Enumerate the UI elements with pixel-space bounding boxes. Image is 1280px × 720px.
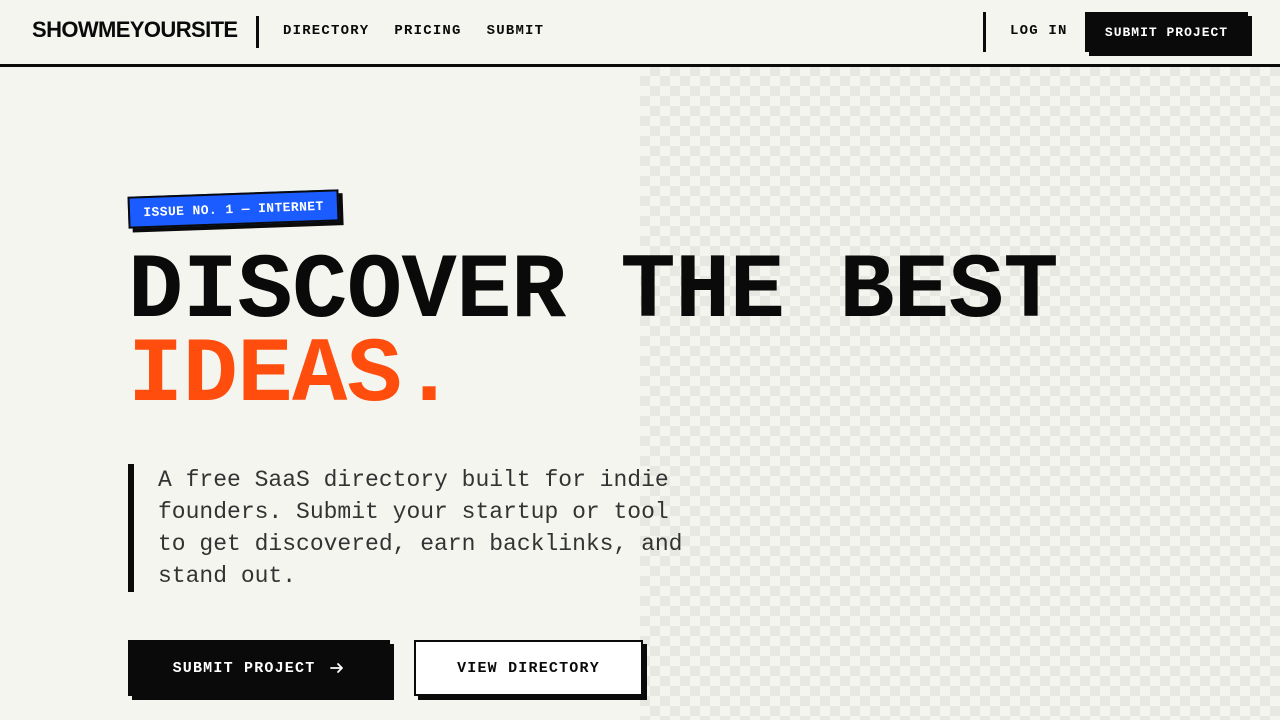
nav-divider-left [256,16,259,48]
brand-logo[interactable]: SHOWMEYOURSITE [32,17,238,43]
top-navbar: SHOWMEYOURSITE DIRECTORY PRICING SUBMIT … [0,0,1280,67]
view-directory-button[interactable]: VIEW DIRECTORY [414,640,643,696]
nav-submit-project-button[interactable]: SUBMIT PROJECT [1085,12,1248,52]
nav-link-submit[interactable]: SUBMIT [487,23,545,39]
nav-link-pricing[interactable]: PRICING [394,23,461,39]
nav-links: DIRECTORY PRICING SUBMIT [283,23,544,39]
submit-project-button[interactable]: SUBMIT PROJECT [128,640,390,696]
headline-line-1: DISCOVER THE BEST [128,239,1059,344]
headline-line-2: IDEAS. [128,323,457,428]
hero-lead: A free SaaS directory built for indie fo… [128,464,708,592]
nav-divider-right [983,12,986,52]
issue-badge: ISSUE NO. 1 — INTERNET [127,189,340,229]
arrow-right-icon [330,663,344,673]
login-link[interactable]: LOG IN [1010,23,1068,39]
nav-link-directory[interactable]: DIRECTORY [283,23,369,39]
hero-headline: DISCOVER THE BEST IDEAS. [128,239,1059,428]
submit-project-label: SUBMIT PROJECT [172,659,316,677]
